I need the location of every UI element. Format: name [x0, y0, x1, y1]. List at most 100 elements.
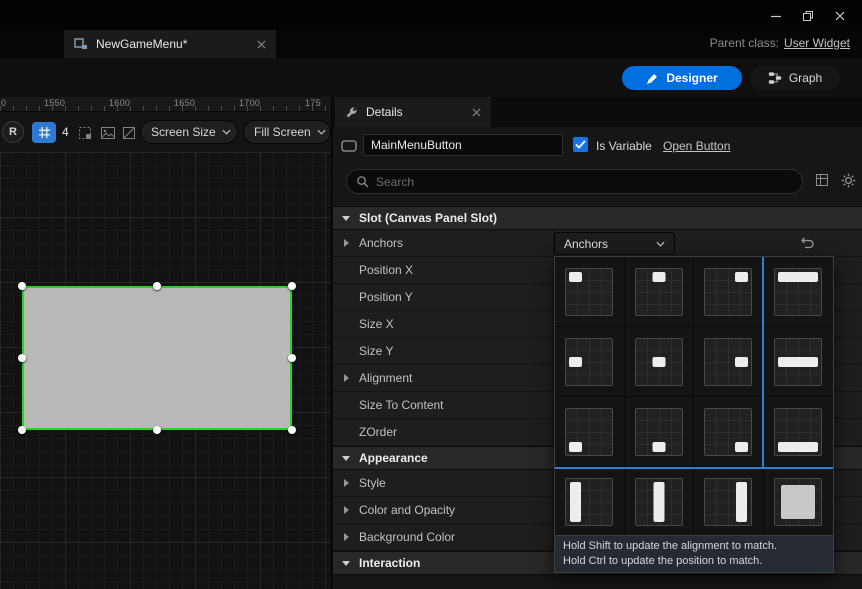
selected-widget-mainmenubutton[interactable] — [18, 282, 296, 434]
expand-arrow-icon — [344, 374, 349, 382]
grid-snap-size-value[interactable]: 4 — [62, 125, 69, 139]
fill-screen-label: Fill Screen — [254, 125, 311, 139]
fill-screen-dropdown[interactable]: Fill Screen — [243, 120, 331, 144]
designer-mode-button[interactable]: Designer — [622, 66, 742, 90]
settings-gear-icon[interactable] — [841, 173, 856, 188]
section-title: Interaction — [359, 556, 421, 570]
is-variable-checkbox[interactable] — [573, 137, 588, 152]
tab-newgamemenu[interactable]: NewGameMenu* — [64, 30, 276, 58]
anchor-preset-top-right[interactable] — [694, 257, 764, 327]
section-expand-icon — [342, 215, 350, 221]
details-tab-title: Details — [366, 105, 403, 119]
resize-handle-top-right[interactable] — [288, 282, 296, 290]
anchor-preview — [565, 267, 614, 316]
anchor-preset-center-left[interactable] — [555, 327, 625, 397]
hint-line-2: Hold Ctrl to update the position to matc… — [563, 555, 763, 567]
window-restore-button[interactable] — [792, 5, 824, 27]
screen-size-label: Screen Size — [151, 125, 216, 139]
close-icon — [834, 10, 846, 22]
widget-outline-toggle-icon[interactable] — [76, 124, 94, 142]
anchor-preset-top-left[interactable] — [555, 257, 625, 327]
section-title: Slot (Canvas Panel Slot) — [359, 211, 498, 225]
chevron-down-icon — [656, 241, 665, 247]
window-minimize-button[interactable] — [760, 5, 792, 27]
anchor-preset-stretch-vertical-center[interactable] — [624, 467, 694, 537]
anchor-preview — [634, 407, 683, 456]
anchor-preset-stretch-full[interactable] — [763, 467, 833, 537]
property-label: Color and Opacity — [359, 503, 456, 517]
resize-handle-top-left[interactable] — [18, 282, 26, 290]
anchor-preset-stretch-bottom[interactable] — [763, 397, 833, 467]
anchor-preset-stretch-top[interactable] — [763, 257, 833, 327]
restore-icon — [802, 10, 814, 22]
anchor-preview — [634, 477, 683, 526]
search-box[interactable] — [346, 169, 803, 194]
asset-tab-title: NewGameMenu* — [96, 37, 188, 51]
anchor-preview — [565, 337, 614, 386]
property-label: ZOrder — [359, 425, 398, 439]
reset-to-default-icon[interactable] — [801, 237, 815, 249]
graph-mode-button[interactable]: Graph — [750, 66, 840, 90]
canvas-grid-surface[interactable] — [0, 152, 331, 589]
chevron-down-icon — [317, 129, 326, 135]
resize-handle-top-center[interactable] — [153, 282, 161, 290]
section-slot-canvas-panel-slot[interactable]: Slot (Canvas Panel Slot) — [333, 206, 862, 230]
resize-handle-bottom-right[interactable] — [288, 426, 296, 434]
resize-handle-bottom-left[interactable] — [18, 426, 26, 434]
anchor-preview — [774, 337, 823, 386]
anchor-preview — [634, 267, 683, 316]
details-search-input[interactable] — [376, 174, 793, 189]
resolution-scale-button[interactable]: R — [2, 121, 24, 143]
property-row-anchors[interactable]: Anchors Anchors — [333, 230, 862, 257]
resize-handle-middle-right[interactable] — [288, 354, 296, 362]
anchor-preset-stretch-center[interactable] — [763, 327, 833, 397]
anchors-dropdown-value: Anchors — [564, 236, 609, 251]
details-tab[interactable]: Details — [335, 97, 491, 127]
anchor-preview — [634, 337, 683, 386]
widget-name-input[interactable] — [363, 134, 563, 156]
anchor-preview — [565, 407, 614, 456]
horizontal-ruler: 0 1550 1600 1650 1700 175 — [0, 97, 331, 112]
checkmark-icon — [575, 140, 586, 149]
anchor-preset-bottom-right[interactable] — [694, 397, 764, 467]
parent-class-info: Parent class: User Widget — [710, 36, 850, 50]
anchor-preset-popup: Hold Shift to update the alignment to ma… — [554, 256, 834, 573]
anchor-preview — [774, 477, 823, 526]
expand-arrow-icon — [344, 479, 349, 487]
anchor-preset-bottom-left[interactable] — [555, 397, 625, 467]
editor-mode-toolbar: Designer Graph — [0, 58, 862, 97]
anchor-preset-bottom-center[interactable] — [624, 397, 694, 467]
property-label: Position Y — [359, 290, 413, 304]
screen-size-dropdown[interactable]: Screen Size — [140, 120, 238, 144]
window-close-button[interactable] — [824, 5, 856, 27]
open-button-link[interactable]: Open Button — [663, 139, 730, 153]
grid-snap-icon — [38, 126, 51, 139]
resize-handle-bottom-center[interactable] — [153, 426, 161, 434]
anchor-preview — [704, 407, 753, 456]
canvas-toolbar: R 4 Screen Size Fill Screen — [0, 112, 331, 152]
anchor-preset-top-center[interactable] — [624, 257, 694, 327]
graph-label: Graph — [788, 71, 823, 85]
details-tab-close-icon[interactable] — [472, 107, 481, 117]
anchor-popup-hint: Hold Shift to update the alignment to ma… — [555, 535, 833, 572]
resize-handle-middle-left[interactable] — [18, 354, 26, 362]
property-label: Size X — [359, 317, 394, 331]
anchor-preset-center-right[interactable] — [694, 327, 764, 397]
anchor-preset-stretch-right[interactable] — [694, 467, 764, 537]
parent-class-link[interactable]: User Widget — [784, 36, 850, 50]
property-label: Background Color — [359, 530, 456, 544]
anchor-preview — [565, 477, 614, 526]
anchor-preset-center-center[interactable] — [624, 327, 694, 397]
section-expand-icon — [342, 560, 350, 566]
preview-background-toggle-icon[interactable] — [99, 124, 117, 142]
anchors-dropdown[interactable]: Anchors — [554, 232, 675, 255]
ruler-tick-marks — [0, 106, 331, 111]
tab-close-icon[interactable] — [257, 39, 266, 49]
expand-arrow-icon — [344, 239, 349, 247]
localization-preview-toggle-icon[interactable] — [120, 124, 138, 142]
details-tab-bar: Details — [333, 97, 862, 127]
anchor-preset-grid — [555, 257, 833, 537]
grid-snap-toggle-button[interactable] — [32, 122, 56, 143]
grid-view-icon[interactable] — [815, 173, 829, 187]
anchor-preset-stretch-left[interactable] — [555, 467, 625, 537]
